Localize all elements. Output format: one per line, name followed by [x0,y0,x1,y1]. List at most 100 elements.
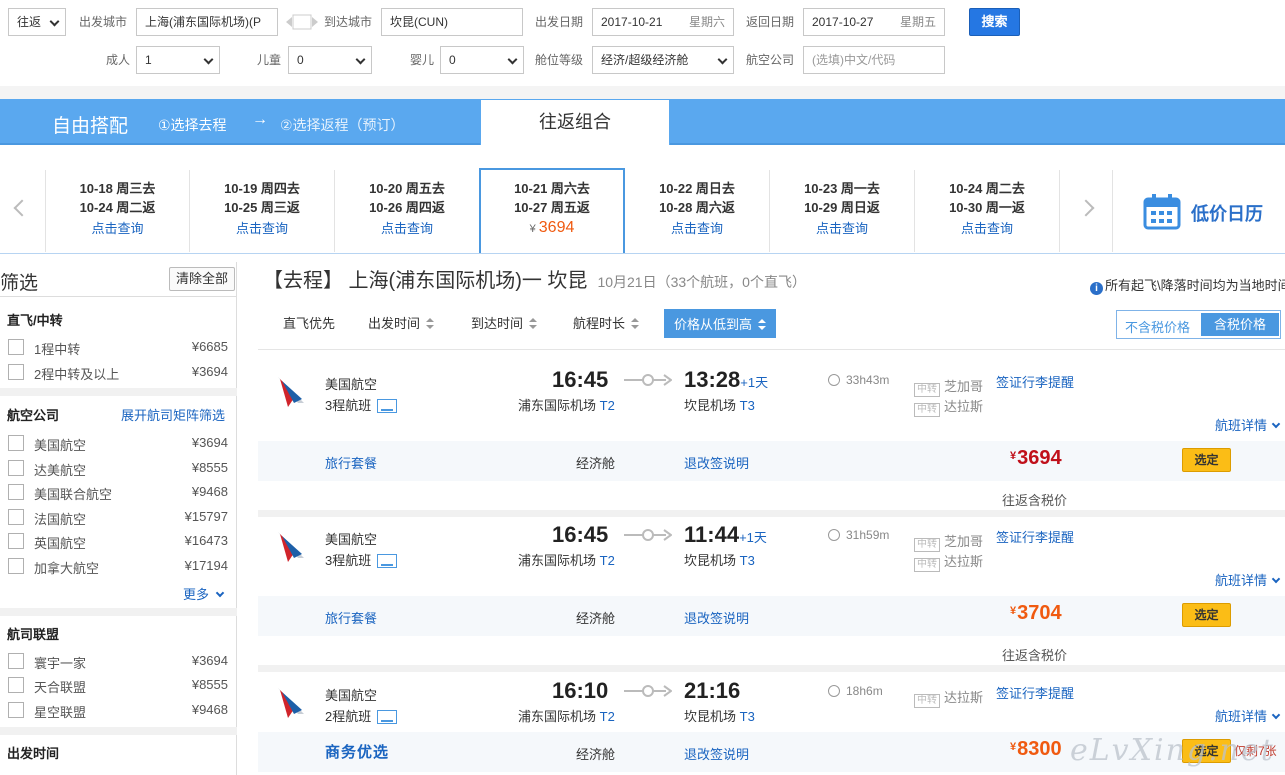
american-airlines-logo-icon [278,688,304,718]
visa-baggage-link[interactable]: 签证行李提醒 [996,683,1074,702]
date-option[interactable]: 10-19 周四去 10-25 周三返 点击查询 [190,170,335,252]
refund-policy-link[interactable]: 退改签说明 [684,453,749,472]
sort-depart-time[interactable]: 出发时间 [368,313,435,332]
package-link[interactable]: 旅行套餐 [325,608,377,627]
date-option[interactable]: 10-22 周日去 10-28 周六返 点击查询 [625,170,770,252]
date-option-selected[interactable]: 10-21 周六去 10-27 周五返 ¥3694 [479,168,625,253]
flight-card: 美国航空 3程航班 16:45 浦东国际机场 T2 11:44+1天 坎昆机场 … [258,522,1285,672]
filter-item[interactable]: 寰宇一家 ¥3694 [8,652,228,671]
depart-date-input[interactable]: 2017-10-21 星期六 [592,8,734,36]
adult-select[interactable]: 1 [136,46,220,74]
step-select-outbound[interactable]: ①选择去程 [158,115,227,135]
filter-item[interactable]: 1程中转 ¥6685 [8,338,228,357]
checkbox[interactable] [8,653,24,669]
filter-item[interactable]: 加拿大航空 ¥17194 [8,557,228,576]
return-date-value: 2017-10-27 [812,15,874,29]
checkbox[interactable] [8,364,24,380]
checkbox[interactable] [8,509,24,525]
sort-price-asc[interactable]: 价格从低到高 [664,309,777,338]
flight-detail-link[interactable]: 航班详情 [1215,415,1281,434]
filter-item[interactable]: 美国航空 ¥3694 [8,434,228,453]
filter-item[interactable]: 天合联盟 ¥8555 [8,676,228,695]
airline-matrix-link[interactable]: 展开航司矩阵筛选 [121,405,225,424]
swap-icon[interactable] [284,13,320,31]
from-city-input[interactable]: 上海(浦东国际机场)(P [136,8,278,36]
clear-all-button[interactable]: 清除全部 [169,267,235,291]
filter-item[interactable]: 美国联合航空 ¥9468 [8,483,228,502]
stopover-city: 达拉斯 [944,399,984,414]
checkbox[interactable] [8,339,24,355]
date-option[interactable]: 10-24 周二去 10-30 周一返 点击查询 [915,170,1060,252]
adult-value: 1 [145,53,152,67]
filter-item[interactable]: 法国航空 ¥15797 [8,508,228,527]
sort-duration[interactable]: 航程时长 [573,313,640,332]
price-value: 8300 [1017,738,1062,760]
infant-select[interactable]: 0 [440,46,524,74]
date-option[interactable]: 10-18 周三去 10-24 周二返 点击查询 [45,170,190,252]
sort-arrive-time[interactable]: 到达时间 [471,313,538,332]
visa-baggage-link[interactable]: 签证行李提醒 [996,372,1074,391]
trip-type-select[interactable]: 往返 [8,8,66,36]
checkbox[interactable] [8,484,24,500]
checkbox[interactable] [8,460,24,476]
filter-item[interactable]: 星空联盟 ¥9468 [8,701,228,720]
low-price-calendar-button[interactable]: 低价日历 [1112,170,1285,252]
arrive-airport: 坎昆机场 T3 [684,550,755,569]
sort-label: 出发时间 [368,316,421,331]
visa-baggage-link[interactable]: 签证行李提醒 [996,527,1074,546]
package-link[interactable]: 旅行套餐 [325,453,377,472]
date-go: 10-22 周日去 [659,181,735,196]
arrive-time-value: 13:28 [684,367,741,392]
duration-value: 18h6m [846,684,883,698]
checkbox[interactable] [8,677,24,693]
flight-info-icon[interactable] [377,710,398,724]
flight-detail-link[interactable]: 航班详情 [1215,570,1281,589]
date-query-link[interactable]: 点击查询 [190,220,334,237]
tax-included-option[interactable]: 含税价格 [1201,313,1279,336]
divider [0,296,237,297]
legs-count: 2程航班 [325,709,372,724]
sort-direct-first[interactable]: 直飞优先 [283,313,335,332]
airline-input[interactable]: (选填)中文/代码 [803,46,945,74]
tab-round-trip-combo[interactable]: 往返组合 [480,99,670,145]
filter-item[interactable]: 2程中转及以上 ¥3694 [8,363,228,382]
checkbox[interactable] [8,558,24,574]
date-price-value: 3694 [538,219,575,236]
header-gap [0,86,1285,99]
filter-name: 达美航空 [34,463,87,478]
transfer-group-title: 直飞/中转 [7,313,63,328]
filter-item[interactable]: 达美航空 ¥8555 [8,459,228,478]
tax-excluded-option[interactable]: 不含税价格 [1125,317,1190,336]
select-button[interactable]: 选定 [1182,448,1231,472]
flight-info-icon[interactable] [377,399,398,413]
cabin-select[interactable]: 经济/超级经济舱 [592,46,734,74]
fare-price: ¥8300 [1010,738,1062,761]
return-date-input[interactable]: 2017-10-27 星期五 [803,8,945,36]
business-preferred-logo[interactable]: 商务优选 [325,741,389,762]
next-dates-button[interactable] [1064,170,1108,252]
flight-detail-link[interactable]: 航班详情 [1215,706,1281,725]
date-query-link[interactable]: 点击查询 [915,220,1059,237]
date-query-link[interactable]: 点击查询 [770,220,914,237]
date-query-link[interactable]: 点击查询 [335,220,479,237]
search-button[interactable]: 搜索 [969,8,1020,36]
date-option[interactable]: 10-20 周五去 10-26 周四返 点击查询 [335,170,480,252]
child-select[interactable]: 0 [288,46,372,74]
date-query-link[interactable]: 点击查询 [625,220,769,237]
legs-info: 3程航班 [325,550,398,569]
date-back: 10-30 周一返 [949,200,1025,215]
date-option[interactable]: 10-23 周一去 10-29 周日返 点击查询 [770,170,915,252]
select-button[interactable]: 选定 [1182,603,1231,627]
more-airlines-link[interactable]: 更多 [183,584,224,603]
to-city-input[interactable]: 坎昆(CUN) [381,8,523,36]
checkbox[interactable] [8,435,24,451]
refund-policy-link[interactable]: 退改签说明 [684,744,749,763]
checkbox[interactable] [8,702,24,718]
flight-info-icon[interactable] [377,554,398,568]
prev-dates-button[interactable] [0,170,44,252]
step-select-return[interactable]: ②选择返程（预订） [280,115,405,135]
checkbox[interactable] [8,533,24,549]
refund-policy-link[interactable]: 退改签说明 [684,608,749,627]
filter-item[interactable]: 英国航空 ¥16473 [8,532,228,551]
date-query-link[interactable]: 点击查询 [46,220,189,237]
